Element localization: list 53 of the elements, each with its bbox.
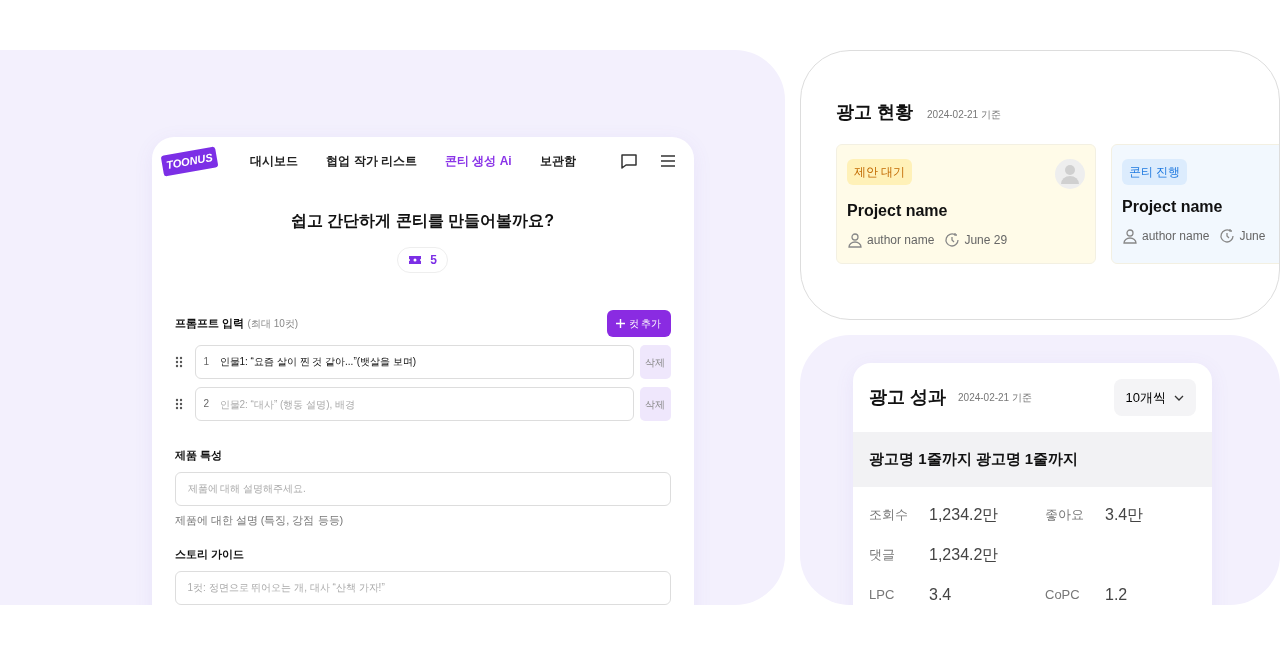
section-title: 광고 현황 (836, 101, 913, 124)
page-heading: 쉽고 간단하게 콘티를 만들어볼까요? (289, 211, 556, 231)
metric-label: 좋아요 (1045, 506, 1085, 525)
drag-handle-icon[interactable] (174, 356, 183, 368)
nav-link[interactable]: 협업 작가 리스트 (326, 152, 418, 170)
section-label: 스토리 가이드 (174, 547, 245, 562)
nav-link[interactable]: 보관함 (539, 152, 576, 170)
date-text: 2024-02-21 기준 (958, 391, 1032, 405)
cut-number: 1 (203, 355, 210, 369)
due-date: June (1239, 228, 1266, 245)
cut-number: 2 (203, 397, 210, 411)
nav-link[interactable]: 콘티 생성 Ai (445, 152, 512, 170)
help-text: 제품에 대한 설명 (특징, 강점 등등) (174, 512, 345, 528)
metric-value: 1,234.2만 (929, 505, 999, 525)
hint-text: (최대 10컷) (247, 317, 299, 331)
metric-label: 조회수 (869, 506, 909, 525)
author-name: author name (867, 232, 935, 249)
author-name: author name (1142, 228, 1210, 245)
add-cut-button[interactable]: 컷 추가 (606, 310, 671, 337)
metric-value: 3.4만 (1105, 505, 1144, 525)
project-card[interactable]: 콘티 진행 Project name author name June (1111, 144, 1279, 264)
nav-link[interactable]: 대시보드 (250, 152, 299, 170)
status-tag: 콘티 진행 (1122, 159, 1188, 185)
clock-icon (1219, 228, 1236, 244)
section-title: 광고 성과 (869, 386, 946, 409)
page-size-dropdown[interactable]: 10개씩 (1113, 378, 1196, 417)
project-card[interactable]: 제안 대기 Project name author name June 29 (836, 144, 1096, 264)
plus-icon (615, 319, 625, 328)
story-field[interactable]: 1컷: 정면으로 뛰어오는 개, 대사 “산책 가자!” (174, 570, 671, 605)
logo[interactable]: TOONUS (160, 146, 218, 176)
menu-icon[interactable] (659, 154, 676, 168)
person-icon (847, 232, 863, 248)
metric-value: 1.2 (1105, 585, 1128, 605)
metric-label: 댓글 (869, 546, 896, 565)
due-date: June 29 (964, 232, 1008, 249)
status-tag: 제안 대기 (847, 159, 913, 185)
metric-label: LPC (869, 586, 896, 605)
section-label: 제품 특성 (174, 448, 223, 463)
section-label: 프롬프트 입력 (174, 316, 244, 332)
ticket-icon (408, 255, 423, 265)
clock-icon (944, 232, 961, 248)
date-text: 2024-02-21 기준 (927, 108, 1001, 122)
chat-icon[interactable] (619, 152, 638, 170)
project-name: Project name (1122, 197, 1224, 217)
product-field[interactable]: 제품에 대해 설명해주세요. (174, 471, 671, 506)
ad-name-row: 광고명 1줄까지 광고명 1줄까지 (853, 432, 1212, 487)
chevron-down-icon (1174, 394, 1184, 401)
project-name: Project name (847, 201, 949, 221)
person-icon (1122, 228, 1138, 244)
metric-value: 3.4 (929, 585, 952, 605)
drag-handle-icon[interactable] (174, 398, 183, 410)
metric-label: CoPC (1045, 586, 1081, 605)
metric-value: 1,234.2만 (929, 545, 999, 565)
